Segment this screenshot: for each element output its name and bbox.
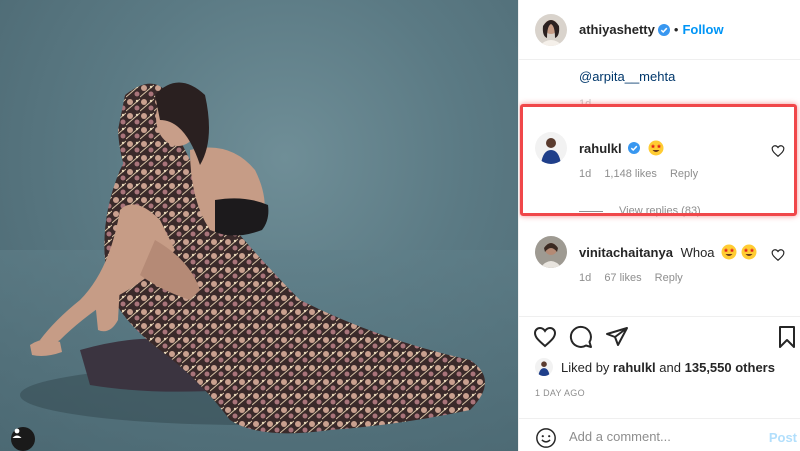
add-comment-bar: Add a comment... Post [519,418,800,451]
separator-dot: • [673,22,679,37]
liked-by-prefix: Liked by [561,359,610,375]
comment-meta: 1d 67 likes Reply [579,272,693,284]
comment-timestamp: 1d [579,98,592,110]
like-comment-heart-icon[interactable] [771,248,785,262]
post-photo[interactable] [0,0,518,451]
reply-button[interactable]: Reply [655,272,683,284]
commenter-username[interactable]: vinitachaitanya [579,245,673,260]
commenter-avatar[interactable] [535,132,567,164]
comment-input[interactable]: Add a comment... [569,429,671,444]
comment-line: vinitachaitanya Whoa [579,244,757,260]
like-comment-heart-icon[interactable] [771,144,785,158]
comment-item: rahulkl 1d 1,148 likes Reply View replie… [535,132,797,222]
post-header: athiyashetty • Follow [519,0,800,60]
commenter-username[interactable]: rahulkl [579,141,622,156]
liked-by-others-count[interactable]: 135,550 others [685,360,775,375]
replies-divider [579,210,603,212]
comment-timestamp: 1d [579,272,592,284]
star-struck-emoji-icon [721,244,737,260]
view-replies-button[interactable]: View replies (83) [579,205,701,217]
photo-illustration [0,82,518,451]
follow-button[interactable]: Follow [682,22,723,37]
reply-button[interactable]: Reply [670,168,698,180]
liker-avatar[interactable] [535,358,553,376]
comment-likes-count[interactable]: 67 likes [604,272,641,284]
post-comment-button[interactable]: Post [769,430,797,445]
tagged-users-button[interactable] [11,427,35,451]
comment-item: vinitachaitanya Whoa 1d 67 likes Reply [535,236,797,296]
verified-badge-icon [657,23,670,36]
comment-likes-count[interactable]: 1,148 likes [604,168,657,180]
bookmark-icon[interactable] [775,325,799,349]
liked-by-user[interactable]: rahulkl [613,360,656,375]
star-struck-emoji-icon [741,244,757,260]
heart-icon[interactable] [533,325,557,349]
comments-list[interactable]: @arpita__mehta 1d rahulkl 1d 1,148 likes… [519,60,800,316]
liked-by-and: and [659,359,681,375]
share-icon[interactable] [605,325,629,349]
verified-badge-icon [628,142,641,154]
emoji-picker-icon[interactable] [535,427,557,449]
comment-line: rahulkl [579,140,664,156]
post-timestamp[interactable]: 1 DAY AGO [535,388,585,398]
person-icon [12,428,22,438]
likes-summary: Liked by rahulkl and 135,550 others [535,356,775,378]
mention-link[interactable]: @arpita__mehta [579,69,675,84]
commenter-avatar[interactable] [535,236,567,268]
comment-text: Whoa [680,245,715,260]
view-replies-label: View replies (83) [619,205,701,217]
author-username[interactable]: athiyashetty [579,22,655,37]
star-struck-emoji-icon [648,140,664,156]
post-actions-bar [519,316,800,356]
author-avatar[interactable] [535,13,567,46]
post-side-panel: athiyashetty • Follow @arpita__mehta 1d … [518,0,800,451]
comment-timestamp: 1d [579,168,592,180]
comment-meta: 1d 1,148 likes Reply [579,168,708,180]
comment-icon[interactable] [569,325,593,349]
